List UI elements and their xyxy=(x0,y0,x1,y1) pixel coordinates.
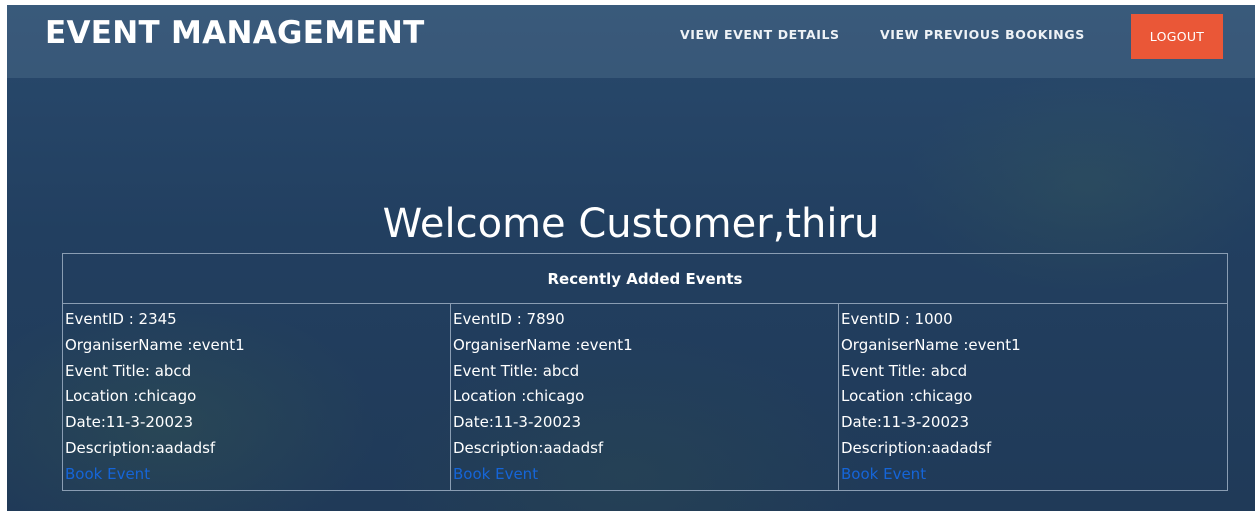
event-card: EventID : 2345 OrganiserName :event1 Eve… xyxy=(63,304,451,490)
book-event-link[interactable]: Book Event xyxy=(453,462,838,488)
event-date: Date:11-3-20023 xyxy=(453,413,582,432)
top-navbar: EVENT MANAGEMENT VIEW EVENT DETAILS VIEW… xyxy=(7,5,1255,78)
event-card: EventID : 7890 OrganiserName :event1 Eve… xyxy=(451,304,839,490)
event-description: Description:aadadsf xyxy=(453,438,604,457)
logout-button[interactable]: LOGOUT xyxy=(1131,14,1223,59)
event-date: Date:11-3-20023 xyxy=(841,413,970,432)
book-event-link[interactable]: Book Event xyxy=(65,462,450,488)
events-row: EventID : 2345 OrganiserName :event1 Eve… xyxy=(63,304,1227,490)
event-id: EventID : 2345 xyxy=(65,310,177,328)
event-title: Event Title: abcd xyxy=(453,361,580,380)
event-date: Date:11-3-20023 xyxy=(65,413,194,432)
event-description: Description:aadadsf xyxy=(841,438,992,457)
recent-events-table: Recently Added Events EventID : 2345 Org… xyxy=(62,253,1228,491)
event-title: Event Title: abcd xyxy=(65,361,192,380)
event-id: EventID : 7890 xyxy=(453,310,565,328)
event-id: EventID : 1000 xyxy=(841,310,953,328)
event-organiser: OrganiserName :event1 xyxy=(65,335,245,354)
nav-view-event-details[interactable]: VIEW EVENT DETAILS xyxy=(680,27,840,42)
recent-events-title: Recently Added Events xyxy=(63,254,1227,304)
event-card: EventID : 1000 OrganiserName :event1 Eve… xyxy=(839,304,1227,490)
event-organiser: OrganiserName :event1 xyxy=(841,335,1021,354)
page-background: EVENT MANAGEMENT VIEW EVENT DETAILS VIEW… xyxy=(7,5,1255,511)
event-description: Description:aadadsf xyxy=(65,438,216,457)
event-location: Location :chicago xyxy=(65,387,197,406)
event-location: Location :chicago xyxy=(453,387,585,406)
event-organiser: OrganiserName :event1 xyxy=(453,335,633,354)
book-event-link[interactable]: Book Event xyxy=(841,462,1227,488)
welcome-heading: Welcome Customer,thiru xyxy=(382,201,880,247)
nav-view-previous-bookings[interactable]: VIEW PREVIOUS BOOKINGS xyxy=(880,27,1085,42)
event-title: Event Title: abcd xyxy=(841,361,968,380)
brand-logo-text[interactable]: EVENT MANAGEMENT xyxy=(45,15,425,51)
event-location: Location :chicago xyxy=(841,387,973,406)
